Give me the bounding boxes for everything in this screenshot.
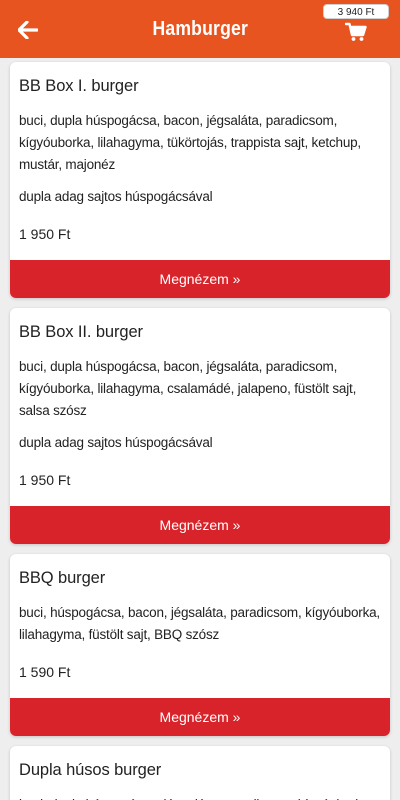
product-name: BBQ burger: [19, 569, 106, 587]
product-description: buci, dupla húspogácsa, jégsaláta, parad…: [10, 780, 390, 800]
product-name: BB Box I. burger: [19, 77, 139, 95]
product-name: Dupla húsos burger: [19, 761, 162, 779]
cart-total-badge: 3 940 Ft: [323, 4, 389, 19]
product-price: 1 950 Ft: [19, 472, 71, 488]
product-card: BBQ burger buci, húspogácsa, bacon, jégs…: [10, 554, 390, 736]
product-description: buci, dupla húspogácsa, bacon, jégsaláta…: [19, 113, 361, 172]
product-description: buci, dupla húspogácsa, bacon, jégsaláta…: [19, 359, 357, 418]
product-note: dupla adag sajtos húspogácsával: [19, 189, 213, 204]
cart-button[interactable]: 3 940 Ft: [322, 4, 390, 44]
shopping-cart-icon: [344, 22, 367, 47]
product-card: BB Box I. burger buci, dupla húspogácsa,…: [10, 62, 390, 298]
product-card: Dupla húsos burger buci, dupla húspogács…: [10, 746, 390, 800]
view-product-button[interactable]: Megnézem »: [10, 698, 390, 736]
product-name: BB Box II. burger: [19, 323, 143, 341]
page-title: Hamburger: [152, 17, 248, 40]
view-product-button[interactable]: Megnézem »: [10, 260, 390, 298]
product-note: dupla adag sajtos húspogácsával: [19, 435, 213, 450]
view-product-button[interactable]: Megnézem »: [10, 506, 390, 544]
product-description: buci, húspogácsa, bacon, jégsaláta, para…: [19, 605, 380, 642]
app-header: Hamburger 3 940 Ft: [0, 0, 400, 58]
product-price: 1 590 Ft: [19, 664, 71, 680]
product-list: BB Box I. burger buci, dupla húspogácsa,…: [0, 58, 400, 800]
product-card: BB Box II. burger buci, dupla húspogácsa…: [10, 308, 390, 544]
product-price: 1 950 Ft: [19, 226, 71, 242]
back-arrow-icon[interactable]: [16, 19, 40, 41]
